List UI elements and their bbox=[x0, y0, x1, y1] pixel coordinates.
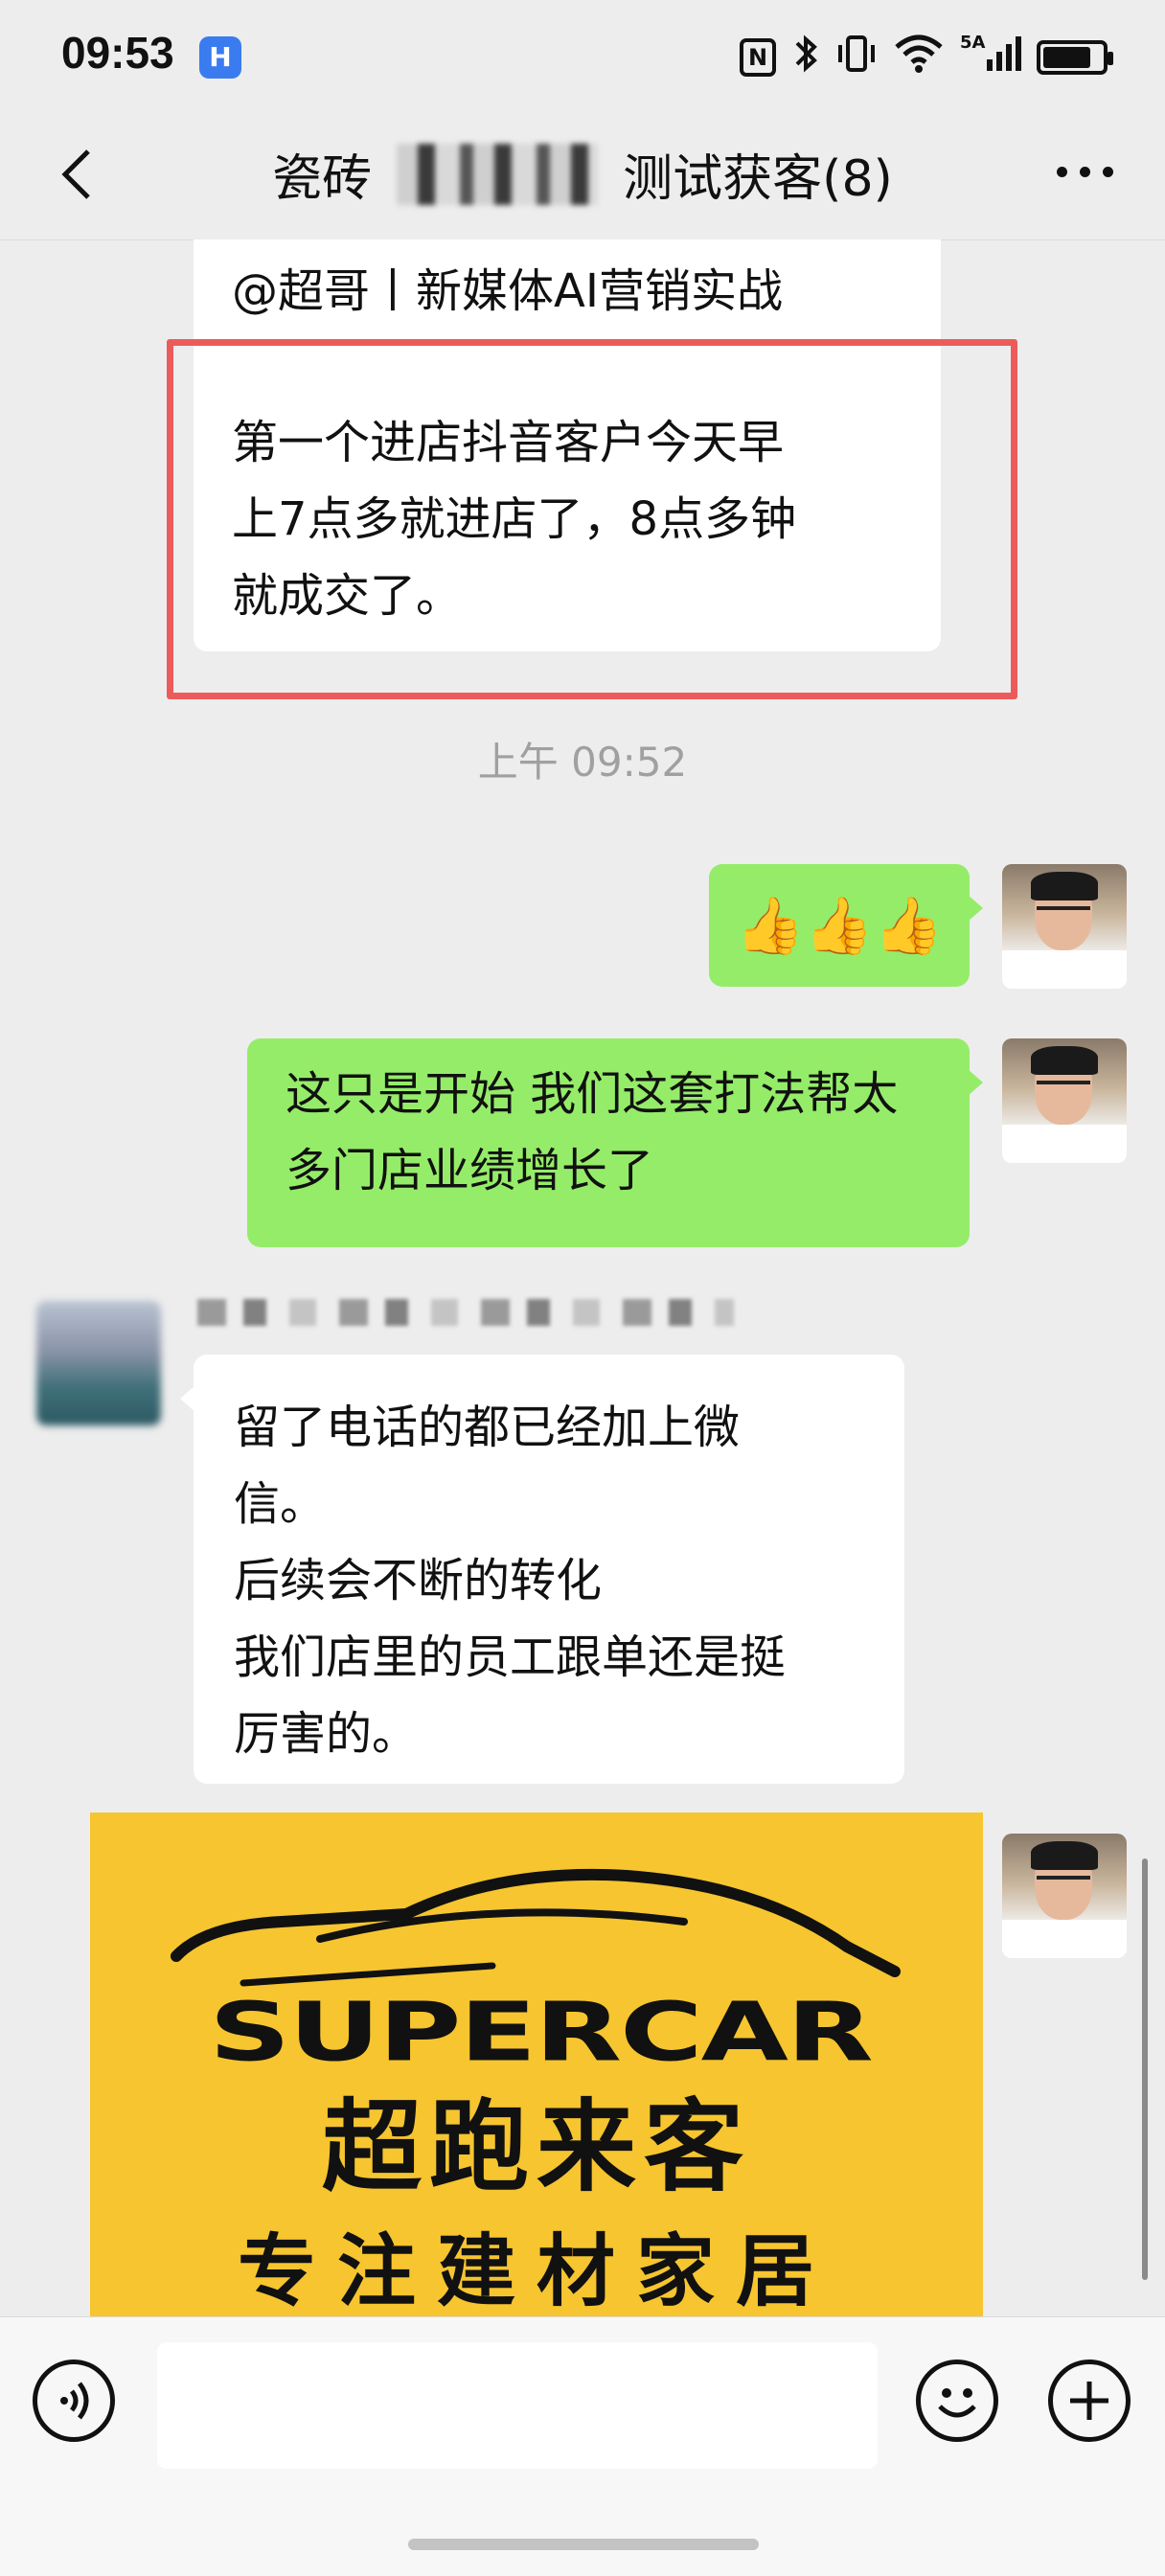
my-avatar[interactable] bbox=[1002, 1834, 1127, 1958]
scrollbar[interactable] bbox=[1142, 1858, 1148, 2280]
status-bar: 09:53 H N 5A bbox=[0, 0, 1165, 113]
wifi-icon bbox=[893, 34, 945, 82]
thumbs-up-message[interactable]: 👍👍👍 bbox=[709, 864, 983, 987]
more-button[interactable] bbox=[1057, 167, 1113, 177]
avatar-shirt bbox=[1002, 1920, 1127, 1958]
more-dots-icon bbox=[1057, 167, 1067, 177]
svg-text:5A: 5A bbox=[960, 33, 986, 53]
battery-level bbox=[1043, 47, 1090, 68]
chat-title-suffix: 测试获客(8) bbox=[623, 150, 893, 208]
quoted-sender: @超哥丨新媒体AI营销实战 bbox=[232, 264, 783, 318]
member-avatar[interactable] bbox=[36, 1301, 161, 1425]
avatar-hair bbox=[1031, 872, 1098, 900]
my-text-message[interactable]: 这只是开始 我们这套打法帮太多门店业绩增长了 bbox=[247, 1038, 983, 1247]
chat-title-prefix: 瓷砖 bbox=[272, 150, 373, 208]
input-bar bbox=[0, 2316, 1165, 2576]
my-avatar[interactable] bbox=[1002, 864, 1127, 989]
avatar-glasses bbox=[1037, 1081, 1090, 1096]
avatar-shirt bbox=[1002, 950, 1127, 989]
avatar-hair bbox=[1031, 1841, 1098, 1870]
avatar-glasses bbox=[1037, 1876, 1090, 1891]
chat-title: 瓷砖 测试获客(8) bbox=[0, 138, 1165, 210]
more-actions-button[interactable] bbox=[1048, 2359, 1131, 2442]
logo-brand-cn: 超跑来客 bbox=[321, 2088, 751, 2205]
signal-5a-icon: 5A bbox=[960, 33, 1021, 83]
status-time: 09:53 bbox=[61, 28, 174, 78]
redacted-title-part bbox=[397, 143, 599, 205]
bluetooth-icon bbox=[791, 34, 820, 82]
status-icons: N 5A bbox=[740, 33, 1113, 83]
plus-icon bbox=[1070, 2382, 1108, 2420]
message-input[interactable] bbox=[157, 2342, 878, 2469]
more-dot bbox=[1103, 167, 1113, 177]
nfc-icon: N bbox=[740, 38, 776, 77]
more-dot bbox=[1080, 167, 1090, 177]
chat-header: 瓷砖 测试获客(8) bbox=[0, 113, 1165, 240]
emoji-button[interactable] bbox=[916, 2359, 998, 2442]
app-notification-icon: H bbox=[199, 36, 241, 79]
battery-icon bbox=[1037, 40, 1113, 75]
home-indicator[interactable] bbox=[408, 2539, 759, 2550]
voice-icon bbox=[60, 2382, 89, 2420]
image-message[interactable]: SUPERCAR 超跑来客 专注建材家居 bbox=[90, 1812, 983, 2339]
logo-tagline: 专注建材家居 bbox=[237, 2226, 835, 2317]
message-timestamp: 上午 09:52 bbox=[477, 739, 688, 786]
voice-button[interactable] bbox=[33, 2359, 115, 2442]
vibrate-icon bbox=[835, 34, 878, 82]
avatar-shirt bbox=[1002, 1125, 1127, 1163]
member-text-message[interactable]: 留了电话的都已经加上微 信。 后续会不断的转化 我们店里的员工跟单还是挺 厉害的… bbox=[180, 1355, 904, 1784]
my-avatar[interactable] bbox=[1002, 1038, 1127, 1163]
redacted-sender-name bbox=[197, 1299, 734, 1326]
avatar-glasses bbox=[1037, 906, 1090, 922]
emoji-icon bbox=[938, 2388, 976, 2418]
avatar-hair bbox=[1031, 1046, 1098, 1075]
highlight-box bbox=[167, 339, 1017, 699]
